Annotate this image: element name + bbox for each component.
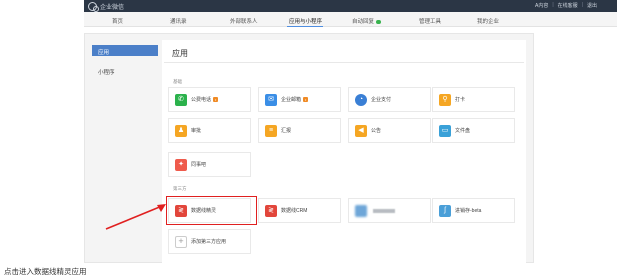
app-card-mail[interactable]: ✉ 企业邮箱 • (258, 87, 341, 112)
app-label: 公费电话 • (191, 97, 219, 103)
admin-link[interactable]: A内容 (535, 2, 548, 9)
page-title: 应用 (172, 49, 188, 58)
top-right-links: A内容 | 在线客服 | 退出 (535, 2, 597, 9)
approval-icon: ♟ (175, 124, 187, 137)
blurred-app-icon (355, 204, 367, 217)
app-label: 企业邮箱 • (281, 97, 309, 103)
mail-icon: ✉ (265, 93, 277, 106)
highlight-box (166, 196, 257, 225)
app-card-approval[interactable]: ♟ 审批 (168, 118, 251, 143)
app-label: 汇报 (281, 128, 292, 134)
app-card-disk[interactable]: ▭ 文件盘 (432, 118, 515, 143)
app-title: 企业微信 (100, 4, 125, 11)
chat-icon (376, 19, 382, 24)
app-label: 企业支付 (371, 97, 392, 103)
announce-icon: ◀ (355, 124, 367, 137)
group-label-third-party: 第三方 (173, 186, 187, 191)
wecom-logo-icon (88, 1, 99, 12)
nav-my-company[interactable]: 我的企业 (477, 17, 499, 25)
location-icon: ⚲ (439, 93, 451, 106)
app-label: 文件盘 (455, 128, 471, 134)
disk-icon: ▭ (439, 124, 451, 137)
crm-icon: ≷ (265, 204, 277, 217)
app-label: 同事吧 (191, 162, 207, 168)
help-link[interactable]: 在线客服 (558, 2, 578, 9)
app-label: 公告 (371, 128, 382, 134)
logout-link[interactable]: 退出 (587, 2, 597, 9)
blurred-label (373, 208, 395, 213)
app-label: 数据线CRM (281, 208, 308, 214)
app-label: 审批 (191, 128, 202, 134)
nav-active-indicator (287, 25, 323, 27)
new-badge-icon: • (213, 97, 219, 103)
add-icon: + (175, 235, 187, 248)
divider (164, 62, 524, 63)
app-card-checkin[interactable]: ⚲ 打卡 (432, 87, 515, 112)
group-label-basic: 基础 (173, 79, 182, 84)
app-card-phone[interactable]: ✆ 公费电话 • (168, 87, 251, 112)
app-card-inventory[interactable]: ʃ 进销存-beta (432, 198, 515, 223)
separator: | (581, 2, 583, 8)
nav-external-contacts[interactable]: 外部联系人 (230, 17, 258, 25)
inventory-icon: ʃ (439, 204, 451, 217)
nav-apps[interactable]: 应用与小程序 (289, 17, 322, 25)
app-card-pay[interactable]: ◔ 企业支付 (348, 87, 431, 112)
sidebar-item-apps[interactable]: 应用 (92, 45, 158, 56)
colleague-icon: ✦ (175, 158, 187, 171)
app-card-colleague[interactable]: ✦ 同事吧 (168, 152, 251, 177)
app-label: 打卡 (455, 97, 466, 103)
add-third-party-app-button[interactable]: + 添加第三方应用 (168, 229, 251, 254)
nav-contacts[interactable]: 通讯录 (170, 17, 187, 25)
sidebar-item-mini-programs[interactable]: 小程序 (92, 65, 158, 76)
nav-auto-reply[interactable]: 自动回复 (352, 17, 382, 25)
app-logo[interactable]: 企业微信 (88, 1, 125, 12)
main-nav: 首页 通讯录 外部联系人 应用与小程序 自动回复 管理工具 我的企业 (84, 12, 617, 27)
app-card-report[interactable]: ≡ 汇报 (258, 118, 341, 143)
app-label: 添加第三方应用 (191, 239, 227, 245)
pay-icon: ◔ (355, 93, 367, 106)
pointer-arrow-icon (105, 204, 166, 230)
phone-icon: ✆ (175, 93, 187, 106)
nav-home[interactable]: 首页 (112, 17, 123, 25)
app-card-blurred[interactable] (348, 198, 431, 223)
caption: 点击进入数据线精灵应用 (4, 267, 87, 275)
new-badge-icon: • (303, 97, 309, 103)
app-label: 进销存-beta (455, 208, 482, 214)
app-card-crm[interactable]: ≷ 数据线CRM (258, 198, 341, 223)
nav-auto-reply-label: 自动回复 (352, 19, 375, 25)
report-icon: ≡ (265, 124, 277, 137)
app-card-announce[interactable]: ◀ 公告 (348, 118, 431, 143)
separator: | (552, 2, 554, 8)
nav-management[interactable]: 管理工具 (419, 17, 441, 25)
